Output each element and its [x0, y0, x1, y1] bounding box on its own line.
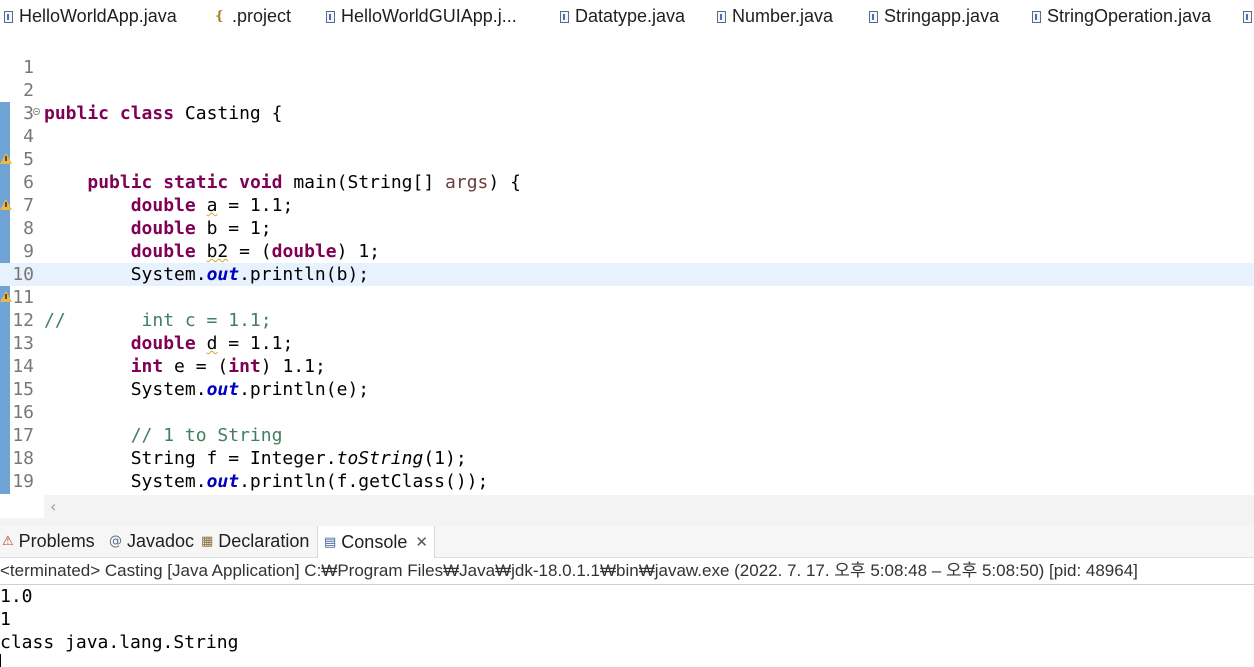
code-line: 17 String f = Integer.toString(1);	[0, 401, 1254, 469]
code-line: 4 public static void main(String[] args)…	[0, 102, 1254, 193]
console-output-line: class java.lang.String	[0, 632, 239, 653]
tab-label: Javadoc	[127, 531, 195, 551]
editor-tab-stringoperation[interactable]: StringOperation.java	[1032, 0, 1211, 33]
fold-collapse-icon[interactable]	[33, 108, 40, 115]
code-line: 12 double d = 1.1;	[0, 286, 1254, 354]
editor-tab-helloworldapp[interactable]: HelloWorldApp.java	[4, 0, 177, 33]
code-line: 14 System.out.println(e);	[0, 332, 1254, 400]
tab-console[interactable]: ▤ Console ✕	[317, 526, 435, 558]
java-file-icon	[326, 10, 335, 23]
text-caret	[0, 654, 1, 667]
code-line: 19	[0, 447, 1254, 492]
editor-tab-label: StringOperation.java	[1047, 6, 1212, 26]
editor-tab-stringapp[interactable]: Stringapp.java	[869, 0, 999, 33]
code-line: 6 double a = 1.1;	[0, 148, 1254, 216]
editor-tab-label: HelloWorldGUIApp.j...	[341, 6, 517, 26]
editor-tab-number[interactable]: Number.java	[717, 0, 833, 33]
console-status-line: <terminated> Casting [Java Application] …	[0, 558, 1254, 585]
tab-problems[interactable]: ⚠ Problems	[2, 526, 95, 557]
javadoc-icon: @	[109, 534, 122, 549]
scroll-left-arrow-icon[interactable]: ‹	[50, 497, 56, 516]
view-tab-bar: ⚠ Problems @ Javadoc ▦ Declaration ▤ Con…	[0, 526, 1254, 558]
editor-tab-overflow[interactable]	[1243, 0, 1254, 33]
close-icon[interactable]: ✕	[415, 533, 428, 551]
editor-tab-label: Stringapp.java	[884, 6, 1000, 26]
editor-tab-bar: HelloWorldApp.java ❴ .project HelloWorld…	[0, 0, 1254, 34]
panel-divider[interactable]	[0, 518, 1254, 526]
code-line: 10	[0, 240, 1254, 285]
code-line: 7 double b = 1;	[0, 171, 1254, 239]
console-output-line: 1	[0, 609, 11, 630]
java-file-icon	[560, 10, 569, 23]
code-line: 15	[0, 355, 1254, 400]
code-line: 8 double b2 = (double) 1;	[0, 194, 1254, 262]
declaration-icon: ▦	[201, 534, 214, 549]
xml-file-icon: ❴	[214, 9, 225, 24]
code-line: 2 public class Casting {	[0, 56, 1254, 124]
code-line: 13 int e = (int) 1.1;	[0, 309, 1254, 377]
tab-label: Declaration	[218, 531, 310, 551]
java-file-icon	[717, 10, 726, 23]
line-number: 20	[12, 493, 34, 495]
editor-tab-label: Number.java	[732, 6, 834, 26]
code-line: 18 System.out.println(f.getClass());	[0, 424, 1254, 492]
editor-tab-label: .project	[232, 6, 292, 26]
console-icon: ▤	[324, 534, 337, 550]
code-line: 9 System.out.println(b);	[0, 217, 1254, 285]
console-output-line: 1.0	[0, 586, 33, 607]
editor-tab-label: HelloWorldApp.java	[19, 6, 177, 26]
code-line: 5	[0, 125, 1254, 170]
editor-tab-datatype[interactable]: Datatype.java	[560, 0, 685, 33]
tab-javadoc[interactable]: @ Javadoc	[109, 526, 194, 557]
code-line: 20 }	[0, 470, 1254, 495]
java-file-icon	[1243, 10, 1252, 23]
editor-tab-project[interactable]: ❴ .project	[214, 0, 291, 33]
java-file-icon	[1032, 10, 1041, 23]
code-editor[interactable]: 1 2 public class Casting { 3 4 public st…	[0, 33, 1254, 495]
code-line: 16 // 1 to String	[0, 378, 1254, 446]
code-line: 3	[0, 79, 1254, 124]
code-line: 1	[0, 33, 1254, 78]
editor-tab-label: Datatype.java	[575, 6, 686, 26]
java-file-icon	[4, 10, 13, 23]
console-output[interactable]: 1.0 1 class java.lang.String	[0, 585, 1254, 667]
tab-label: Problems	[18, 531, 95, 551]
editor-tab-helloworldguiapp[interactable]: HelloWorldGUIApp.j...	[326, 0, 517, 33]
java-file-icon	[869, 10, 878, 23]
tab-label: Console	[341, 531, 408, 552]
code-line: 11 // int c = 1.1;	[0, 263, 1254, 331]
problems-icon: ⚠	[2, 534, 14, 549]
tab-declaration[interactable]: ▦ Declaration	[201, 526, 309, 557]
horizontal-scrollbar[interactable]: ‹	[44, 495, 1254, 519]
